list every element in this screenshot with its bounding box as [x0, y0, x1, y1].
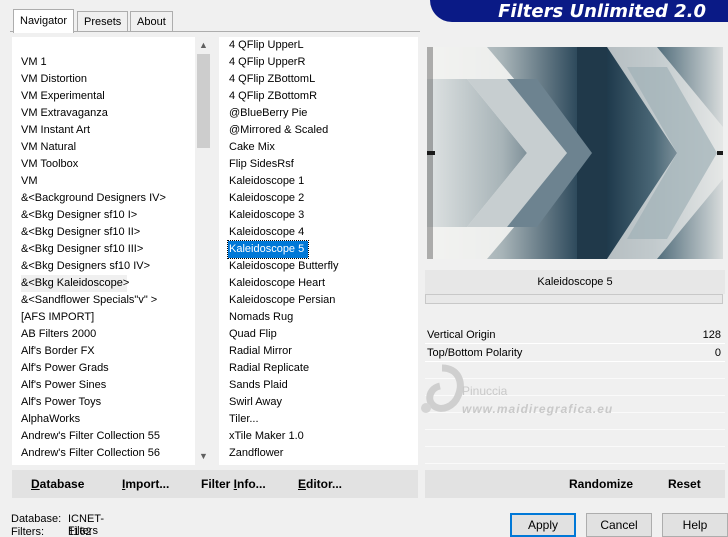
filter-item[interactable]: Cake Mix — [229, 139, 418, 156]
filter-item[interactable]: 4 QFlip UpperR — [229, 54, 418, 71]
category-item[interactable]: Andrew's Filter Collection 55 — [21, 428, 196, 445]
title-banner: Filters Unlimited 2.0 — [430, 0, 728, 22]
category-item[interactable]: Andrew's Filter Collection 56 — [21, 445, 196, 462]
filter-item[interactable]: Radial Mirror — [229, 343, 418, 360]
category-item[interactable]: VM Natural — [21, 139, 196, 156]
editor-button[interactable]: Editor... — [298, 470, 342, 498]
filter-info-button[interactable]: Filter Info... — [201, 470, 266, 498]
watermark-site: www.maidiregrafica.eu — [462, 402, 614, 416]
scroll-thumb[interactable] — [197, 54, 210, 148]
category-item[interactable]: &<Sandflower Specials"v" > — [21, 292, 196, 309]
filter-name-label: Kaleidoscope 5 — [425, 270, 725, 294]
status-database: Database: ICNET-Filters — [11, 513, 105, 537]
category-item[interactable]: &<Bkg Designer sf10 II> — [21, 224, 196, 241]
category-item[interactable]: &<Bkg Designers sf10 IV> — [21, 258, 196, 275]
filter-list[interactable]: 4 QFlip UpperL 4 QFlip UpperR 4 QFlip ZBot… — [219, 37, 418, 465]
help-button[interactable]: Help — [662, 513, 728, 537]
filter-item[interactable]: Tiler... — [229, 411, 418, 428]
import-button[interactable]: Import... — [122, 470, 169, 498]
category-item[interactable]: VM Experimental — [21, 88, 196, 105]
filter-item[interactable]: Swirl Away — [229, 394, 418, 411]
filter-count: 1162 — [68, 526, 92, 537]
category-item[interactable]: VM Instant Art — [21, 122, 196, 139]
filter-item[interactable]: 4 QFlip ZBottomL — [229, 71, 418, 88]
filter-item[interactable]: @BlueBerry Pie — [229, 105, 418, 122]
filter-item[interactable]: Quad Flip — [229, 326, 418, 343]
status-filters: Filters: 1162 — [11, 526, 92, 537]
tab-presets[interactable]: Presets — [77, 11, 129, 31]
filter-item[interactable]: Kaleidoscope 1 — [229, 173, 418, 190]
param-value: 128 — [702, 329, 721, 341]
filter-items: 4 QFlip UpperL 4 QFlip UpperR 4 QFlip ZBot… — [219, 37, 418, 462]
category-item[interactable]: Alf's Power Grads — [21, 360, 196, 377]
filter-item[interactable]: Kaleidoscope 4 — [229, 224, 418, 241]
param-row-polarity[interactable]: Top/Bottom Polarity 0 — [425, 344, 725, 362]
category-item[interactable]: Alf's Border FX — [21, 343, 196, 360]
parameter-slider[interactable] — [425, 294, 723, 304]
category-item[interactable]: AB Filters 2000 — [21, 326, 196, 343]
param-label: Vertical Origin — [427, 329, 496, 341]
category-item[interactable]: &<Background Designers IV> — [21, 190, 196, 207]
category-item[interactable]: VM Extravaganza — [21, 105, 196, 122]
category-item[interactable]: AlphaWorks — [21, 411, 196, 428]
category-item[interactable]: &<Bkg Designer sf10 I> — [21, 207, 196, 224]
scroll-down-icon[interactable]: ▼ — [195, 448, 212, 465]
tab-about[interactable]: About — [130, 11, 173, 31]
category-item[interactable]: VM 1 — [21, 54, 196, 71]
filter-item[interactable]: Kaleidoscope Butterfly — [229, 258, 418, 275]
filter-item[interactable]: Kaleidoscope 3 — [229, 207, 418, 224]
scroll-up-icon[interactable]: ▲ — [195, 37, 212, 54]
filter-item[interactable]: 4 QFlip UpperL — [229, 37, 418, 54]
category-item[interactable]: [AFS IMPORT] — [21, 309, 196, 326]
right-button-bar: Randomize Reset — [425, 470, 725, 498]
database-button[interactable]: Database — [31, 470, 84, 498]
filter-item[interactable]: Kaleidoscope 5 — [227, 240, 309, 259]
filter-item[interactable]: 4 QFlip ZBottomR — [229, 88, 418, 105]
param-value: 0 — [714, 347, 721, 359]
filter-item[interactable]: Kaleidoscope 2 — [229, 190, 418, 207]
filter-item[interactable]: Kaleidoscope Heart — [229, 275, 418, 292]
category-items: VM 1 VM Distortion VM Experimental VM Extra… — [12, 54, 196, 465]
filter-item[interactable]: xTile Maker 1.0 — [229, 428, 418, 445]
param-label: Top/Bottom Polarity — [427, 347, 523, 359]
category-item[interactable]: VM Distortion — [21, 71, 196, 88]
category-item[interactable]: &<Bkg Designer sf10 III> — [21, 241, 196, 258]
filter-item[interactable]: Nomads Rug — [229, 309, 418, 326]
watermark-name: Pinuccia — [462, 384, 508, 398]
reset-button[interactable]: Reset — [668, 470, 701, 498]
apply-button[interactable]: Apply — [510, 513, 576, 537]
param-row-empty — [425, 430, 725, 447]
category-item[interactable]: VM — [21, 173, 196, 190]
category-item[interactable]: Andrew's Filter Collection 57 — [21, 462, 196, 465]
filter-item[interactable]: Kaleidoscope Persian — [229, 292, 418, 309]
preview-image — [427, 47, 723, 259]
param-row-empty — [425, 447, 725, 464]
param-row-vertical-origin[interactable]: Vertical Origin 128 — [425, 326, 725, 344]
category-item[interactable]: Alf's Power Toys — [21, 394, 196, 411]
category-item[interactable]: VM Toolbox — [21, 156, 196, 173]
category-scrollbar[interactable]: ▲ ▼ — [195, 37, 212, 465]
category-item[interactable]: &<Bkg Kaleidoscope> — [21, 275, 129, 292]
left-button-bar: Database Import... Filter Info... Editor… — [12, 470, 418, 498]
filter-item[interactable]: @Mirrored & Scaled — [229, 122, 418, 139]
filter-item[interactable]: Zandflower — [229, 445, 418, 462]
filter-item[interactable]: Sands Plaid — [229, 377, 418, 394]
cancel-button[interactable]: Cancel — [586, 513, 652, 537]
filter-item[interactable]: Radial Replicate — [229, 360, 418, 377]
app-title: Filters Unlimited 2.0 — [498, 1, 706, 22]
watermark-logo: Pinuccia www.maidiregrafica.eu — [412, 362, 642, 432]
tab-navigator[interactable]: Navigator — [13, 9, 75, 33]
category-item[interactable]: Alf's Power Sines — [21, 377, 196, 394]
filter-item[interactable]: Flip SidesRsf — [229, 156, 418, 173]
category-list[interactable]: VM 1 VM Distortion VM Experimental VM Extra… — [12, 37, 196, 465]
randomize-button[interactable]: Randomize — [569, 470, 633, 498]
